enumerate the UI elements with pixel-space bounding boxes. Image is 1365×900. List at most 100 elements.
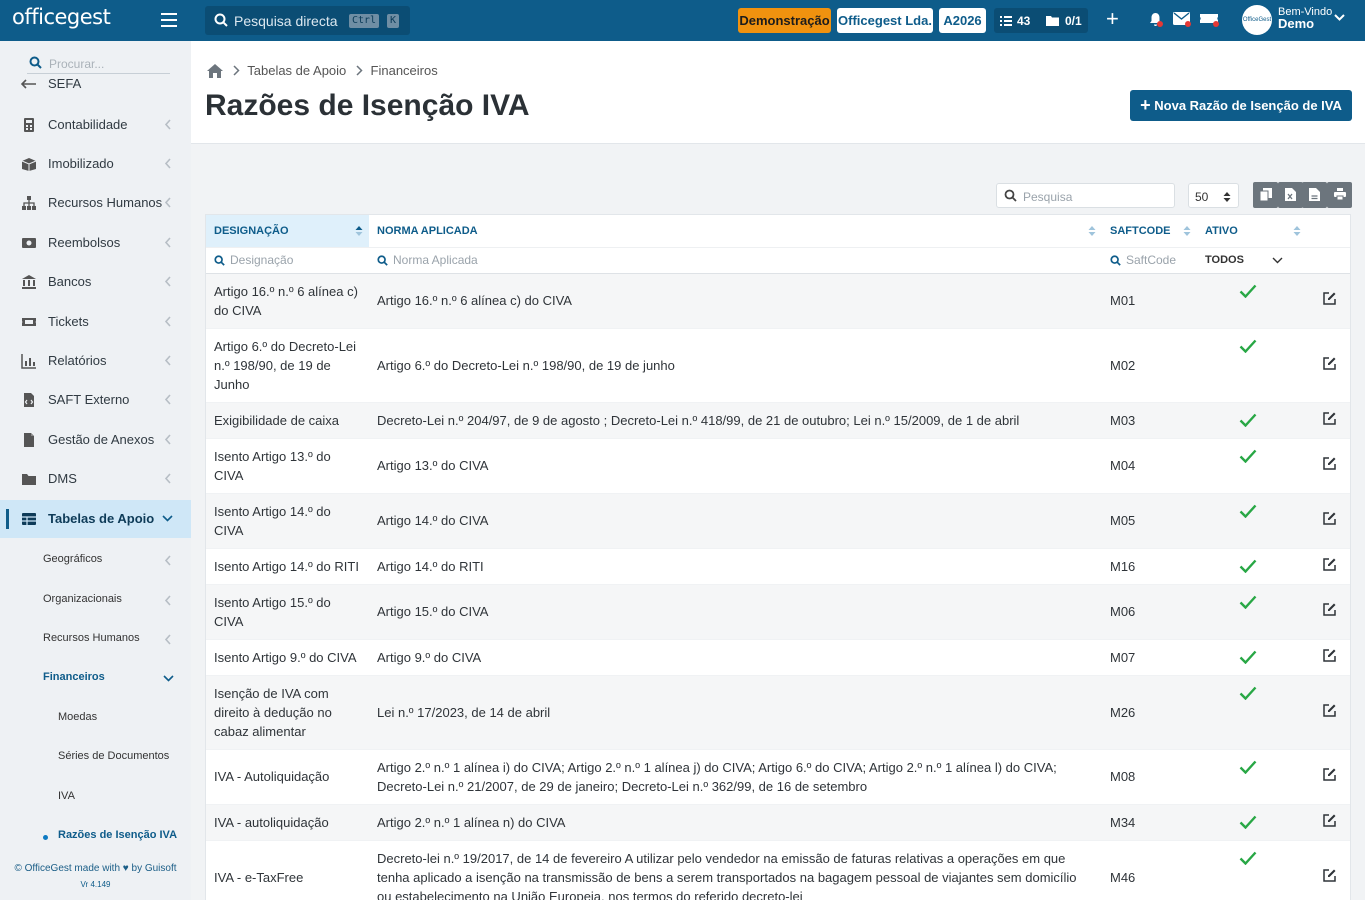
chevron-left-icon <box>164 634 171 645</box>
table-row[interactable]: Isento Artigo 14.º do RITI Artigo 14.º do… <box>206 548 1350 585</box>
sidebar-item-imobilizado[interactable]: Imobilizado <box>0 145 191 183</box>
edit-row-button[interactable] <box>1307 438 1350 494</box>
home-icon[interactable] <box>207 63 223 78</box>
edit-row-button[interactable] <box>1307 749 1350 805</box>
page-size-select[interactable]: 50 <box>1188 183 1239 208</box>
sidebar-item-contabilidade[interactable]: Contabilidade <box>0 106 191 144</box>
edit-row-button[interactable] <box>1307 328 1350 403</box>
table-row[interactable]: Isento Artigo 15.º do CIVA Artigo 15.º do… <box>206 584 1350 640</box>
sidebar-item-gestao-anexos[interactable]: Gestão de Anexos <box>0 421 191 459</box>
user-avatar[interactable]: OfficeGest <box>1242 5 1272 35</box>
cell-norma: Artigo 14.º do CIVA <box>369 493 1102 549</box>
cell-designacao: IVA - autoliquidação <box>206 804 369 841</box>
edit-row-button[interactable] <box>1307 675 1350 750</box>
menu-toggle-icon[interactable] <box>161 13 177 27</box>
edit-icon[interactable] <box>1323 813 1336 827</box>
table-row[interactable]: Isento Artigo 13.º do CIVA Artigo 13.º do… <box>206 438 1350 494</box>
sidebar-sub-moedas[interactable]: Moedas <box>0 703 191 733</box>
sidebar-item-bancos[interactable]: Bancos <box>0 263 191 301</box>
edit-row-button[interactable] <box>1307 840 1350 900</box>
sidebar-item-sefa[interactable]: SEFA <box>0 71 191 91</box>
cell-saftcode: M05 <box>1102 493 1197 549</box>
edit-icon[interactable] <box>1323 703 1336 717</box>
edit-row-button[interactable] <box>1307 493 1350 549</box>
company-badge[interactable]: Officegest Lda. <box>837 8 933 33</box>
table-row[interactable]: IVA - e-TaxFree Decreto-lei n.º 19/2017, … <box>206 840 1350 900</box>
edit-icon[interactable] <box>1323 648 1336 662</box>
edit-icon[interactable] <box>1323 457 1336 470</box>
tickets-icon[interactable] <box>1200 12 1219 28</box>
filter-designacao[interactable]: Designação <box>206 247 369 274</box>
sidebar-item-tabelas-de-apoio[interactable]: Tabelas de Apoio <box>0 500 191 538</box>
add-icon[interactable]: + <box>1106 8 1119 30</box>
sidebar-item-relatorios[interactable]: Relatórios <box>0 342 191 380</box>
edit-icon[interactable] <box>1323 292 1336 305</box>
edit-row-button[interactable] <box>1307 584 1350 640</box>
edit-row-button[interactable] <box>1307 273 1350 329</box>
quick-search-input[interactable]: Pesquisa directa Ctrl K <box>205 6 410 35</box>
edit-row-button[interactable] <box>1307 639 1350 676</box>
column-header-designacao[interactable]: DESIGNAÇÃO <box>206 215 369 248</box>
sidebar-sub-geograficos[interactable]: Geográficos <box>0 545 191 575</box>
sidebar-sub-organizacionais[interactable]: Organizacionais <box>0 585 191 615</box>
table-row[interactable]: Artigo 16.º n.º 6 alínea c) do CIVA Artig… <box>206 273 1350 329</box>
excel-export-button[interactable] <box>1278 182 1303 208</box>
sidebar-sub-razoes-isencao-iva[interactable]: Razões de Isenção IVA <box>0 821 191 851</box>
sidebar-sub-financeiros[interactable]: Financeiros <box>0 663 191 693</box>
table-search-input[interactable]: Pesquisa <box>996 183 1175 208</box>
demo-badge[interactable]: Demonstração <box>738 8 831 33</box>
sidebar-item-reembolsos[interactable]: Reembolsos <box>0 224 191 262</box>
cell-designacao: Isento Artigo 15.º do CIVA <box>206 584 369 640</box>
edit-icon[interactable] <box>1323 557 1336 571</box>
year-badge[interactable]: A2026 <box>939 8 986 33</box>
edit-row-button[interactable] <box>1307 548 1350 585</box>
notifications-icon[interactable] <box>1148 12 1163 30</box>
copy-button[interactable] <box>1253 182 1278 208</box>
table-row[interactable]: Isento Artigo 9.º do CIVA Artigo 9.º do C… <box>206 639 1350 676</box>
table-row[interactable]: IVA - autoliquidação Artigo 2.º n.º 1 alí… <box>206 804 1350 841</box>
sidebar-sub-series-documentos[interactable]: Séries de Documentos <box>0 742 191 772</box>
sidebar-item-recursos-humanos[interactable]: Recursos Humanos <box>0 184 191 222</box>
edit-icon[interactable] <box>1323 356 1336 370</box>
table-row[interactable]: Exigibilidade de caixa Decreto-Lei n.º 20… <box>206 402 1350 439</box>
filter-ativo-select[interactable]: TODOS <box>1197 247 1307 274</box>
check-icon <box>1239 413 1257 427</box>
table-row[interactable]: Isento Artigo 14.º do CIVA Artigo 14.º do… <box>206 493 1350 549</box>
edit-icon[interactable] <box>1323 411 1336 425</box>
pdf-export-button[interactable] <box>1302 182 1327 208</box>
column-header-actions <box>1307 215 1350 248</box>
table-row[interactable]: Isenção de IVA com direito à dedução no … <box>206 675 1350 750</box>
sidebar-sub-recursos-humanos[interactable]: Recursos Humanos <box>0 624 191 654</box>
edit-icon[interactable] <box>1323 512 1336 525</box>
sidebar-item-saft-externo[interactable]: SAFT Externo <box>0 381 191 419</box>
table-row[interactable]: IVA - Autoliquidação Artigo 2.º n.º 1 alí… <box>206 749 1350 805</box>
sidebar-sub-label: Séries de Documentos <box>58 750 170 762</box>
breadcrumb-item[interactable]: Financeiros <box>371 63 438 78</box>
sidebar-item-tickets[interactable]: Tickets <box>0 303 191 341</box>
new-exemption-reason-button[interactable]: + Nova Razão de Isenção de IVA <box>1130 90 1352 121</box>
edit-icon[interactable] <box>1323 603 1336 616</box>
messages-icon[interactable] <box>1173 12 1191 28</box>
cell-saftcode: M08 <box>1102 749 1197 805</box>
column-header-ativo[interactable]: ATIVO <box>1197 215 1307 248</box>
edit-icon[interactable] <box>1323 768 1336 781</box>
counters-pill[interactable]: 43 0/1 <box>994 8 1088 33</box>
sidebar-item-label: Relatórios <box>48 353 107 368</box>
edit-row-button[interactable] <box>1307 402 1350 439</box>
filter-norma[interactable]: Norma Aplicada <box>369 247 1102 274</box>
search-icon <box>29 56 42 69</box>
breadcrumb-item[interactable]: Tabelas de Apoio <box>247 63 346 78</box>
column-header-saftcode[interactable]: SAFTCODE <box>1102 215 1197 248</box>
table-row[interactable]: Artigo 6.º do Decreto-Lei n.º 198/90, de… <box>206 328 1350 403</box>
cell-norma: Decreto-lei n.º 19/2017, de 14 de fevere… <box>369 840 1102 900</box>
sidebar-sub-iva[interactable]: IVA <box>0 782 191 812</box>
filter-saftcode[interactable]: SaftCode <box>1102 247 1197 274</box>
user-welcome[interactable]: Bem-Vindo Demo <box>1278 6 1332 30</box>
column-header-norma[interactable]: NORMA APLICADA <box>369 215 1102 248</box>
sort-asc-icon <box>355 226 363 236</box>
edit-row-button[interactable] <box>1307 804 1350 841</box>
chevron-down-icon[interactable] <box>1334 14 1345 22</box>
sidebar-item-dms[interactable]: DMS <box>0 460 191 498</box>
edit-icon[interactable] <box>1323 868 1336 882</box>
print-button[interactable] <box>1327 182 1352 208</box>
